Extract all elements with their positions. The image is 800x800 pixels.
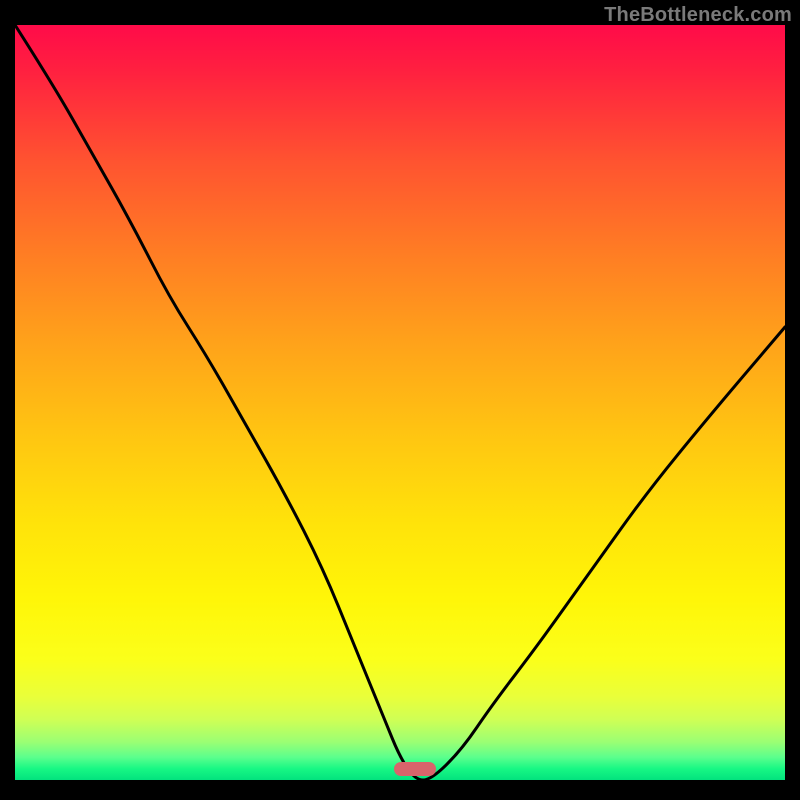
plot-area xyxy=(15,25,785,780)
chart-stage: TheBottleneck.com xyxy=(0,0,800,800)
optimal-marker xyxy=(394,762,436,776)
watermark-text: TheBottleneck.com xyxy=(604,4,792,27)
bottleneck-curve xyxy=(15,25,785,780)
